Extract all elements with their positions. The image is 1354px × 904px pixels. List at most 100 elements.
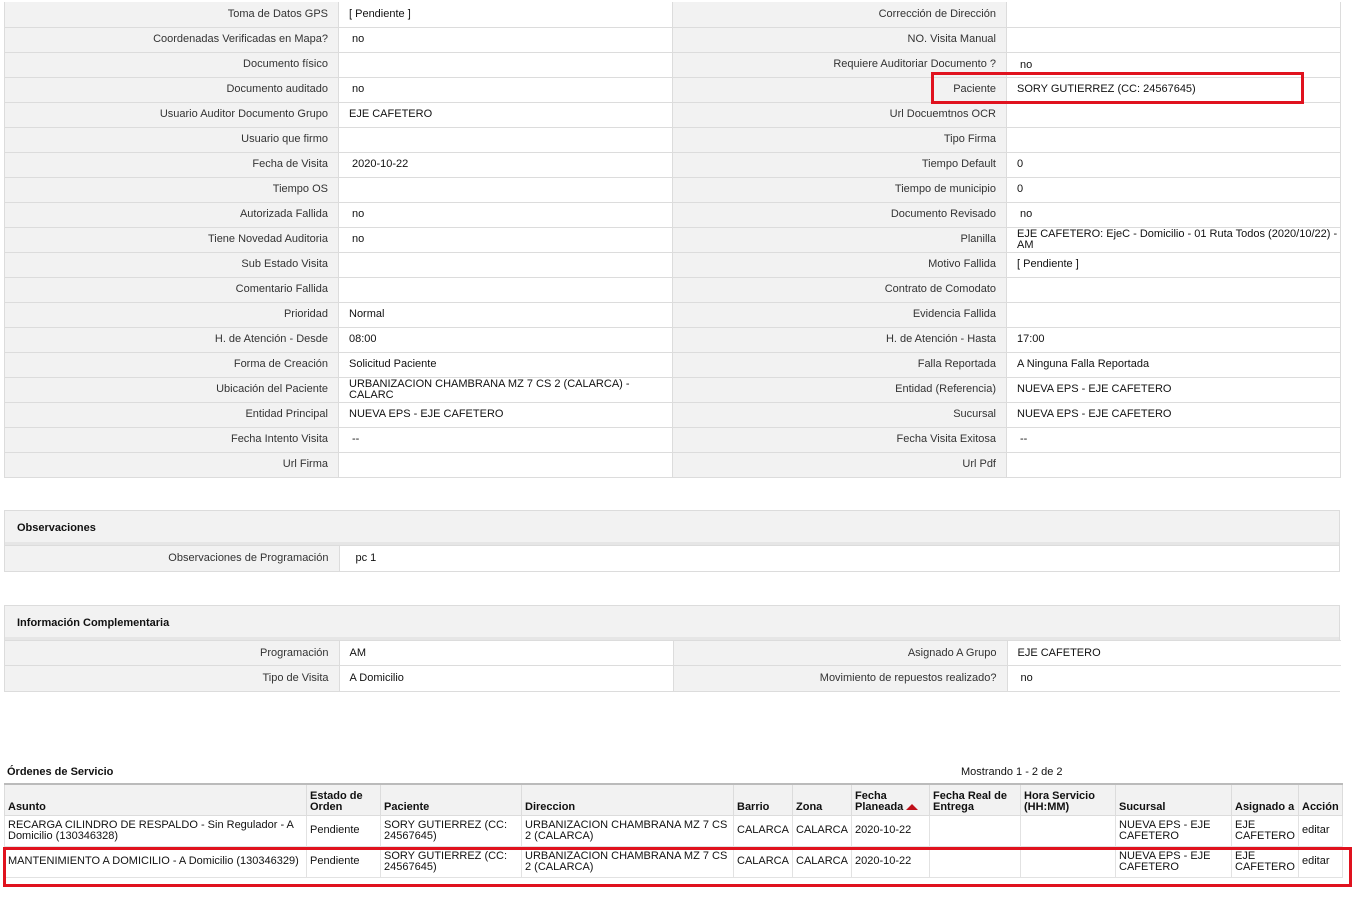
label-paciente: Paciente	[672, 76, 1007, 103]
value-fecha-visita-exitosa: --	[1006, 426, 1341, 453]
label-url-pdf: Url Pdf	[672, 451, 1007, 478]
value-ubicacion-paciente: URBANIZACION CHAMBRANA MZ 7 CS 2 (CALARC…	[338, 376, 673, 403]
value-paciente: SORY GUTIERREZ (CC: 24567645)	[1006, 76, 1341, 103]
label-autorizada-fallida: Autorizada Fallida	[4, 201, 339, 228]
label-planilla: Planilla	[672, 226, 1007, 253]
cell-sucursal: NUEVA EPS - EJE CAFETERO	[1115, 845, 1232, 878]
observaciones-section: Observaciones Observaciones de Programac…	[4, 510, 1340, 572]
observaciones-header: Observaciones	[5, 511, 1339, 545]
editar-link[interactable]: editar	[1302, 824, 1330, 836]
column-header-accion: Acción	[1298, 783, 1343, 816]
detail-row-sub-estado: Sub Estado Visita Motivo Fallida [ Pendi…	[4, 251, 1341, 278]
label-prioridad: Prioridad	[4, 301, 339, 328]
detail-row-fecha-visita: Fecha de Visita 2020-10-22 Tiempo Defaul…	[4, 151, 1341, 178]
value-comentario-fallida	[338, 276, 673, 303]
label-entidad-principal: Entidad Principal	[4, 401, 339, 428]
ordenes-header-row: Asunto Estado de Orden Paciente Direccio…	[4, 783, 1343, 816]
value-fecha-de-visita: 2020-10-22	[338, 151, 673, 178]
value-requiere-auditoriar: no	[1006, 51, 1341, 78]
label-entidad-referencia: Entidad (Referencia)	[672, 376, 1007, 403]
ordenes-servicio-title: Órdenes de Servicio	[7, 766, 114, 778]
label-atencion-desde: H. de Atención - Desde	[4, 326, 339, 353]
column-header-direccion[interactable]: Direccion	[521, 783, 734, 816]
cell-asunto: MANTENIMIENTO A DOMICILIO - A Domicilio …	[4, 845, 307, 878]
detail-row-gps: Toma de Datos GPS [ Pendiente ] Correcci…	[4, 2, 1341, 28]
detail-row-documento-auditado: Documento auditado no Paciente SORY GUTI…	[4, 76, 1341, 103]
cell-fecha-planeada: 2020-10-22	[851, 845, 930, 878]
detail-row-novedad-auditoria: Tiene Novedad Auditoria no Planilla EJE …	[4, 226, 1341, 253]
label-falla-reportada: Falla Reportada	[672, 351, 1007, 378]
label-fecha-visita-exitosa: Fecha Visita Exitosa	[672, 426, 1007, 453]
value-url-firma	[338, 451, 673, 478]
label-tipo-de-visita: Tipo de Visita	[5, 665, 340, 691]
visit-detail-table: Toma de Datos GPS [ Pendiente ] Correcci…	[4, 2, 1341, 478]
column-header-asignado-a[interactable]: Asignado a	[1231, 783, 1299, 816]
column-header-hora-servicio[interactable]: Hora Servicio (HH:MM)	[1020, 783, 1116, 816]
value-tipo-firma	[1006, 126, 1341, 153]
cell-barrio: CALARCA	[733, 845, 793, 878]
label-tiempo-default: Tiempo Default	[672, 151, 1007, 178]
cell-asunto: RECARGA CILINDRO DE RESPALDO - Sin Regul…	[4, 814, 307, 847]
detail-row-ubicacion: Ubicación del Paciente URBANIZACION CHAM…	[4, 376, 1341, 403]
value-tipo-de-visita: A Domicilio	[339, 665, 674, 691]
label-url-firma: Url Firma	[4, 451, 339, 478]
value-toma-datos-gps[interactable]: [ Pendiente ]	[338, 2, 673, 28]
value-autorizada-fallida: no	[338, 201, 673, 228]
label-fecha-intento-visita: Fecha Intento Visita	[4, 426, 339, 453]
label-documento-fisico: Documento físico	[4, 51, 339, 78]
cell-direccion: URBANIZACION CHAMBRANA MZ 7 CS 2 (CALARC…	[521, 814, 734, 847]
cell-paciente: SORY GUTIERREZ (CC: 24567645)	[380, 845, 522, 878]
column-header-fecha-planeada[interactable]: Fecha Planeada	[851, 783, 930, 816]
info-row-programacion: Programación AM Asignado A Grupo EJE CAF…	[5, 640, 1341, 666]
detail-row-documento-fisico: Documento físico Requiere Auditoriar Doc…	[4, 51, 1341, 78]
column-header-fecha-real-entrega[interactable]: Fecha Real de Entrega	[929, 783, 1021, 816]
value-usuario-auditor-grupo: EJE CAFETERO	[338, 101, 673, 128]
value-observaciones-programacion: pc 1	[339, 545, 1339, 571]
cell-paciente: SORY GUTIERREZ (CC: 24567645)	[380, 814, 522, 847]
value-falla-reportada: A Ninguna Falla Reportada	[1006, 351, 1341, 378]
column-header-fecha-planeada-label: Fecha Planeada	[855, 789, 904, 813]
label-correccion-direccion: Corrección de Dirección	[672, 2, 1007, 28]
value-motivo-fallida[interactable]: [ Pendiente ]	[1006, 251, 1341, 278]
label-programacion: Programación	[5, 640, 340, 666]
informacion-complementaria-section: Información Complementaria Programación …	[4, 605, 1341, 692]
value-contrato-comodato	[1006, 276, 1341, 303]
label-tiene-novedad-auditoria: Tiene Novedad Auditoria	[4, 226, 339, 253]
column-header-paciente[interactable]: Paciente	[380, 783, 522, 816]
label-atencion-hasta: H. de Atención - Hasta	[672, 326, 1007, 353]
informacion-complementaria-table: Programación AM Asignado A Grupo EJE CAF…	[5, 640, 1341, 691]
cell-sucursal: NUEVA EPS - EJE CAFETERO	[1115, 814, 1232, 847]
value-url-documentos-ocr	[1006, 101, 1341, 128]
label-coordenadas-verificadas: Coordenadas Verificadas en Mapa?	[4, 26, 339, 53]
cell-fecha-real	[929, 845, 1021, 878]
label-usuario-que-firmo: Usuario que firmo	[4, 126, 339, 153]
value-documento-revisado: no	[1006, 201, 1341, 228]
detail-row-prioridad: Prioridad Normal Evidencia Fallida	[4, 301, 1341, 328]
cell-asignado: EJE CAFETERO	[1231, 814, 1299, 847]
label-requiere-auditoriar: Requiere Auditoriar Documento ?	[672, 51, 1007, 78]
value-tiempo-os	[338, 176, 673, 203]
column-header-asunto[interactable]: Asunto	[4, 783, 307, 816]
detail-row-forma-creacion: Forma de Creación Solicitud Paciente Fal…	[4, 351, 1341, 378]
label-contrato-comodato: Contrato de Comodato	[672, 276, 1007, 303]
value-tiempo-municipio: 0	[1006, 176, 1341, 203]
detail-row-usuario-auditor: Usuario Auditor Documento Grupo EJE CAFE…	[4, 101, 1341, 128]
cell-zona: CALARCA	[792, 845, 852, 878]
label-tipo-firma: Tipo Firma	[672, 126, 1007, 153]
column-header-sucursal[interactable]: Sucursal	[1115, 783, 1232, 816]
ordenes-pagination-count: Mostrando 1 - 2 de 2	[961, 766, 1063, 778]
column-header-zona[interactable]: Zona	[792, 783, 852, 816]
column-header-barrio[interactable]: Barrio	[733, 783, 793, 816]
sort-ascending-icon	[906, 803, 919, 810]
label-toma-datos-gps: Toma de Datos GPS	[4, 2, 339, 28]
editar-link[interactable]: editar	[1302, 855, 1330, 867]
ordenes-servicio-table: Asunto Estado de Orden Paciente Direccio…	[4, 783, 1343, 878]
value-forma-de-creacion: Solicitud Paciente	[338, 351, 673, 378]
cell-fecha-real	[929, 814, 1021, 847]
value-tiene-novedad-auditoria: no	[338, 226, 673, 253]
detail-row-horario: H. de Atención - Desde 08:00 H. de Atenc…	[4, 326, 1341, 353]
column-header-estado-orden[interactable]: Estado de Orden	[306, 783, 381, 816]
value-documento-fisico	[338, 51, 673, 78]
label-asignado-a-grupo: Asignado A Grupo	[673, 640, 1008, 666]
cell-estado: Pendiente	[306, 845, 381, 878]
